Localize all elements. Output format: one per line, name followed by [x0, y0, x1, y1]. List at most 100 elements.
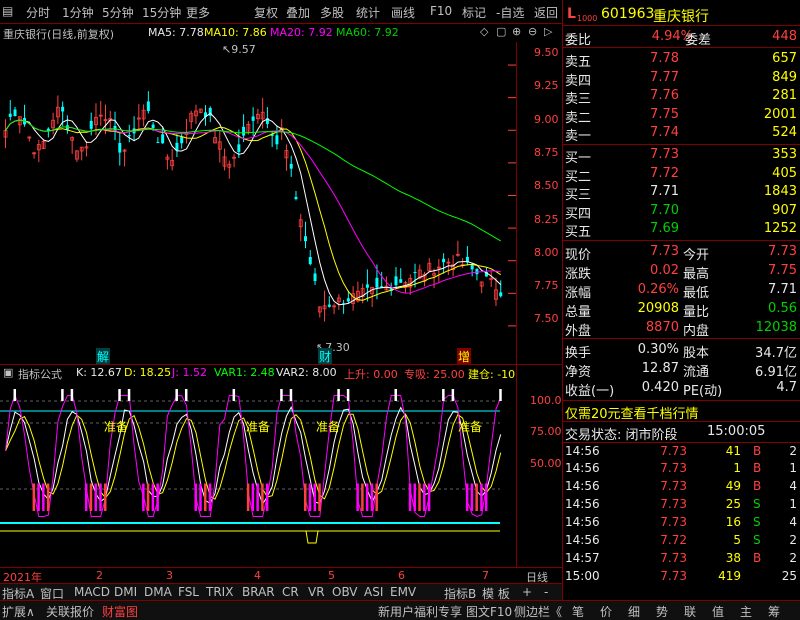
quote-row: 总量 20908 量比 0.56: [563, 300, 800, 320]
indicator-peak-marker: [289, 389, 293, 401]
indicator-chart[interactable]: [0, 381, 562, 567]
new-user-welfare[interactable]: 新用户福利专享: [378, 603, 462, 620]
tab-asi[interactable]: ASI: [364, 585, 383, 599]
asks-row[interactable]: 卖二 7.75 2001: [563, 106, 800, 126]
candle-body: [399, 279, 403, 283]
event-tag-unlock[interactable]: 解: [96, 348, 111, 365]
bottom-tool-6[interactable]: 主: [740, 603, 752, 620]
indicator-name[interactable]: 指标公式: [18, 366, 62, 382]
tick-direction: S: [753, 515, 761, 529]
btn-f10[interactable]: F10: [430, 4, 452, 18]
f10-button[interactable]: 图文F10: [466, 603, 512, 620]
asks-row[interactable]: 卖一 7.74 524: [563, 124, 800, 144]
menu-icon[interactable]: ▤: [2, 4, 13, 18]
tick-time: 14:57: [565, 551, 600, 565]
indicator-bar: [308, 483, 312, 511]
btn-mark[interactable]: 标记: [462, 4, 486, 21]
tab-obv[interactable]: OBV: [332, 585, 358, 599]
indicator-menu-icon[interactable]: ▣: [3, 366, 13, 379]
indicator-bar: [484, 483, 488, 511]
indicator-k: K: 12.67: [76, 366, 122, 379]
bids-row[interactable]: 买一 7.73 353: [563, 146, 800, 166]
candle-body: [146, 101, 150, 112]
add-window-button[interactable]: +: [522, 585, 532, 599]
bottom-tool-1[interactable]: 价: [600, 603, 612, 620]
asks-volume: 524: [772, 125, 797, 140]
btn-draw-line[interactable]: 画线: [391, 4, 415, 21]
tab-trix[interactable]: TRIX: [206, 585, 233, 599]
chart-setup-icon[interactable]: ▢: [496, 25, 506, 38]
asks-label: 卖二: [565, 110, 592, 126]
tab-cr[interactable]: CR: [282, 585, 299, 599]
promo-row[interactable]: 仅需20元查看千档行情: [563, 400, 800, 422]
event-tag-increase[interactable]: 增: [457, 348, 472, 365]
axis-divider: [516, 42, 517, 567]
bottom-tool-5[interactable]: 值: [712, 603, 724, 620]
asks-volume: 657: [772, 51, 797, 66]
tab-emv[interactable]: EMV: [390, 585, 416, 599]
asks-row[interactable]: 卖三 7.76 281: [563, 87, 800, 107]
tab-1min[interactable]: 1分钟: [62, 4, 94, 21]
tab-intraday[interactable]: 分时: [26, 4, 50, 21]
indicator-bar: [46, 483, 50, 511]
wealth-map-button[interactable]: 财富图: [102, 603, 138, 620]
candle-body: [499, 292, 503, 297]
bottom-tool-7[interactable]: 筹: [768, 603, 780, 620]
btn-stats[interactable]: 统计: [356, 4, 380, 21]
stock-code: 601963: [601, 6, 655, 22]
stats-value: 0.30%: [637, 342, 679, 357]
tick-direction: S: [753, 533, 761, 547]
asks-row[interactable]: 卖五 7.78 657: [563, 50, 800, 70]
bottom-tool-2[interactable]: 细: [628, 603, 640, 620]
tab-dmi[interactable]: DMI: [114, 585, 137, 599]
bids-row[interactable]: 买二 7.72 405: [563, 165, 800, 185]
bids-volume: 1843: [763, 184, 797, 199]
quote-label: 最低: [683, 286, 710, 301]
bottom-tool-0[interactable]: 笔: [572, 603, 584, 620]
tick-row: 15:00 7.73 419 25: [563, 568, 800, 586]
tab-5min[interactable]: 5分钟: [102, 4, 134, 21]
stats-label: 净资: [565, 365, 592, 380]
btn-restore-rights[interactable]: 复权: [254, 4, 278, 21]
settings-diamond-icon[interactable]: ◇: [480, 25, 488, 38]
ma10-label: MA10: 7.86: [204, 26, 267, 39]
bids-row[interactable]: 买四 7.70 907: [563, 202, 800, 222]
tab-fsl[interactable]: FSL: [178, 585, 199, 599]
btn-add-favorite[interactable]: -自选: [496, 4, 524, 21]
btn-back[interactable]: 返回: [534, 4, 558, 21]
btn-multi-stock[interactable]: 多股: [320, 4, 344, 21]
tab-more[interactable]: 更多: [186, 4, 210, 21]
related-quotes-button[interactable]: 关联报价: [46, 603, 94, 620]
indicator-var1: VAR1: 2.48: [214, 366, 275, 379]
event-tag-finance[interactable]: 财: [318, 348, 333, 365]
asks-volume: 281: [772, 88, 797, 103]
bids-volume: 907: [772, 202, 797, 218]
indicator-bar: [261, 483, 264, 511]
remove-window-button[interactable]: -: [544, 585, 548, 599]
expand-button[interactable]: 扩展∧: [2, 603, 35, 620]
bids-row[interactable]: 买五 7.69 1252: [563, 220, 800, 240]
bids-label: 买二: [565, 169, 592, 185]
indicator-peak-marker: [13, 389, 17, 401]
sidebar-button[interactable]: 侧边栏《: [514, 603, 562, 620]
asks-row[interactable]: 卖四 7.77 849: [563, 69, 800, 89]
indicator-bar: [361, 483, 364, 511]
bottom-tool-3[interactable]: 势: [656, 603, 668, 620]
tab-15min[interactable]: 15分钟: [142, 4, 181, 21]
zoom-out-icon[interactable]: ⊖: [528, 25, 537, 38]
quote-value: 20908: [637, 301, 679, 316]
indicator-bar: [208, 483, 212, 511]
tab-brar[interactable]: BRAR: [242, 585, 275, 599]
tab-macd[interactable]: MACD: [74, 585, 110, 599]
tab-vr[interactable]: VR: [308, 585, 325, 599]
price-chart[interactable]: [0, 42, 562, 364]
btn-overlay[interactable]: 叠加: [286, 4, 310, 21]
quote-label: 总量: [565, 305, 592, 320]
tab-dma[interactable]: DMA: [144, 585, 172, 599]
zoom-in-icon[interactable]: ⊕: [512, 25, 521, 38]
time-axis: 2021年 2 3 4 5 6 7 日线: [0, 567, 562, 584]
more-icon[interactable]: ▷: [544, 25, 552, 38]
bids-row[interactable]: 买三 7.71 1843: [563, 183, 800, 203]
bottom-tool-4[interactable]: 联: [684, 603, 696, 620]
tick-row: 14:56 7.73 25 S 1: [563, 496, 800, 514]
